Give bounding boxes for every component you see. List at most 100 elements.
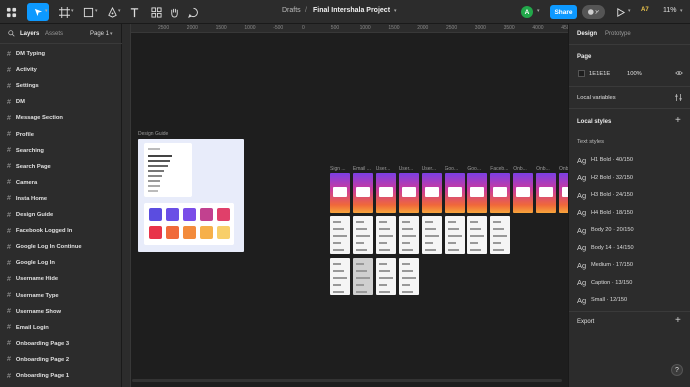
present-chevron-icon[interactable]: ▾ [628,8,631,14]
share-button[interactable]: Share [550,5,577,19]
layer-item[interactable]: # Design Guide [7,210,53,220]
layer-item[interactable]: # Username Show [7,307,61,317]
onboarding-screen-frame[interactable] [467,173,488,213]
text-style-item[interactable]: Ag Body 20 · 20/150 [577,225,634,235]
layer-item[interactable]: # Onboarding Page 1 [7,371,69,381]
frame-label[interactable]: User... [376,166,390,172]
dev-mode-toggle[interactable] [582,5,605,19]
add-export-plus-icon[interactable]: + [675,315,681,326]
app-screen-frame[interactable] [352,258,373,295]
frame-label[interactable]: Email ... [353,166,371,172]
add-style-plus-icon[interactable]: + [675,115,681,126]
onboarding-screen-frame[interactable] [559,173,568,213]
tab-design[interactable]: Design [577,31,597,37]
app-screen-frame[interactable] [352,216,373,254]
layer-item[interactable]: # Google Log In Continue [7,242,82,252]
app-screen-frame[interactable] [330,258,350,295]
onboarding-screen-frame[interactable] [375,173,396,213]
hand-tool-icon[interactable] [167,3,181,21]
app-screen-frame[interactable] [467,216,488,254]
app-screen-frame[interactable] [330,216,350,254]
frame-label[interactable]: Onb... [536,166,550,172]
horizontal-scrollbar[interactable] [132,379,562,382]
layer-item[interactable]: # Message Section [7,113,63,123]
layer-item[interactable]: # Google Log In [7,258,55,268]
text-style-item[interactable]: Ag Body 14 · 14/150 [577,243,634,253]
onboarding-screen-frame[interactable] [513,173,534,213]
layer-item[interactable]: # Camera [7,178,37,188]
move-tool-chevron-icon[interactable]: ▾ [45,8,48,14]
design-guide-label[interactable]: Design Guide [138,131,168,137]
onboarding-screen-frame[interactable] [490,173,511,213]
frame-label[interactable]: Onb... [559,166,568,172]
page-color-swatch[interactable] [578,70,585,77]
text-style-item[interactable]: Ag H2 Bold · 32/150 [577,173,633,183]
page-selector[interactable]: Page 1 [90,31,109,37]
search-layers-icon[interactable] [8,30,15,39]
file-name[interactable]: Final Intershala Project [313,7,390,14]
user-avatar[interactable]: A [521,6,533,18]
layer-item[interactable]: # Searching [7,146,44,156]
app-screen-frame[interactable] [398,216,419,254]
layer-item[interactable]: # DM [7,97,25,107]
app-screen-frame[interactable] [375,258,396,295]
avatar-chevron-icon[interactable]: ▾ [537,8,540,14]
app-screen-frame[interactable] [375,216,396,254]
resources-tool-icon[interactable] [149,3,163,21]
design-guide-frame[interactable] [138,139,244,252]
layer-item[interactable]: # Onboarding Page 2 [7,355,69,365]
comment-tool-icon[interactable] [186,3,200,21]
text-style-item[interactable]: Ag Medium · 17/150 [577,260,633,270]
frame-label[interactable]: Sign ... [330,166,346,172]
layer-item[interactable]: # Onboarding Page 3 [7,339,69,349]
app-screen-frame[interactable] [444,216,465,254]
onboarding-screen-frame[interactable] [536,173,557,213]
text-style-item[interactable]: Ag Caption · 13/150 [577,278,632,288]
layer-item[interactable]: # Profile [7,130,34,140]
pen-tool-chevron-icon[interactable]: ▾ [118,8,121,14]
pen-tool-icon[interactable] [105,3,119,21]
onboarding-screen-frame[interactable] [421,173,442,213]
zoom-chevron-icon[interactable]: ▾ [680,8,683,14]
design-canvas[interactable]: 2500 2000 1500 1000 -500 0 500 1000 1500 2000 2500… [122,24,568,387]
app-screen-frame[interactable] [421,216,442,254]
layer-item[interactable]: # Settings [7,81,39,91]
app-screen-frame[interactable] [398,258,419,295]
text-style-item[interactable]: Ag H4 Bold · 18/150 [577,208,633,218]
tab-layers[interactable]: Layers [20,31,39,37]
layer-item[interactable]: # Email Login [7,323,49,333]
present-play-icon[interactable] [614,3,626,21]
frame-label[interactable]: Faceb... [490,166,508,172]
breadcrumb-drafts[interactable]: Drafts [282,7,301,14]
variables-settings-icon[interactable] [675,94,682,103]
tab-prototype[interactable]: Prototype [605,31,631,37]
zoom-level[interactable]: 11% [663,7,677,14]
ai-badge[interactable]: A7 [641,7,649,13]
frame-label[interactable]: Onb... [513,166,527,172]
layer-item[interactable]: # Username Type [7,291,59,301]
local-variables-label[interactable]: Local variables [577,95,616,101]
tab-assets[interactable]: Assets [45,31,63,37]
file-menu-chevron-icon[interactable]: ▾ [394,8,397,14]
help-button[interactable]: ? [671,364,683,376]
text-tool-icon[interactable] [127,3,141,21]
frame-label[interactable]: Goo... [445,166,459,172]
frame-label[interactable]: User... [422,166,436,172]
text-style-item[interactable]: Ag H3 Bold · 24/150 [577,190,633,200]
layer-item[interactable]: # Search Page [7,162,51,172]
layer-item[interactable]: # Facebook Logged In [7,226,72,236]
page-color-hex[interactable]: 1E1E1E [589,71,610,77]
onboarding-screen-frame[interactable] [444,173,465,213]
frame-label[interactable]: User... [399,166,413,172]
main-menu-icon[interactable] [4,3,18,21]
page-selector-chevron-icon[interactable]: ▾ [110,31,113,37]
onboarding-screen-frame[interactable] [330,173,350,213]
shape-tool-chevron-icon[interactable]: ▾ [95,8,98,14]
onboarding-screen-frame[interactable] [352,173,373,213]
app-screen-frame[interactable] [490,216,511,254]
rectangle-tool-icon[interactable] [81,3,95,21]
onboarding-screen-frame[interactable] [398,173,419,213]
text-style-item[interactable]: Ag Small · 12/150 [577,295,627,305]
layer-item[interactable]: # Activity [7,65,37,75]
visibility-eye-icon[interactable] [675,70,683,78]
